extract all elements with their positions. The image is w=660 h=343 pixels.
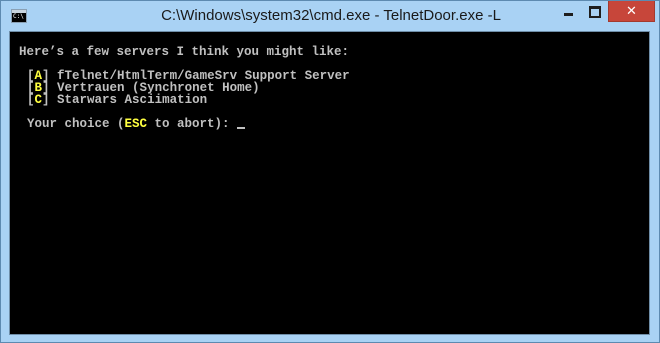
console-window: C:\ C:\Windows\system32\cmd.exe - Telnet… [0,0,660,343]
option-bracket-open: [ [27,93,35,107]
option-bracket-close: ] [42,93,50,107]
prompt-esc-key: ESC [124,117,148,131]
option-key: C [34,93,43,107]
maximize-button[interactable] [582,1,608,22]
server-option-c[interactable]: [C] Starwars Asciimation [27,93,208,107]
minimize-button[interactable] [555,1,582,22]
prompt-text-before: Your choice ( [27,117,125,131]
close-icon: ✕ [626,3,637,19]
console-heading: Here’s a few servers I think you might l… [19,45,350,59]
close-button[interactable]: ✕ [608,1,655,22]
choice-prompt[interactable]: Your choice (ESC to abort): [27,117,246,131]
console-output[interactable]: Here’s a few servers I think you might l… [9,31,650,335]
prompt-text-after: to abort): [147,117,238,131]
text-cursor [237,127,246,129]
title-bar[interactable]: C:\ C:\Windows\system32\cmd.exe - Telnet… [1,1,659,31]
option-label: Starwars Asciimation [49,93,208,107]
minimize-icon [564,13,573,16]
window-title-text: C:\Windows\system32\cmd.exe - TelnetDoor… [161,7,501,24]
maximize-icon [589,5,601,18]
